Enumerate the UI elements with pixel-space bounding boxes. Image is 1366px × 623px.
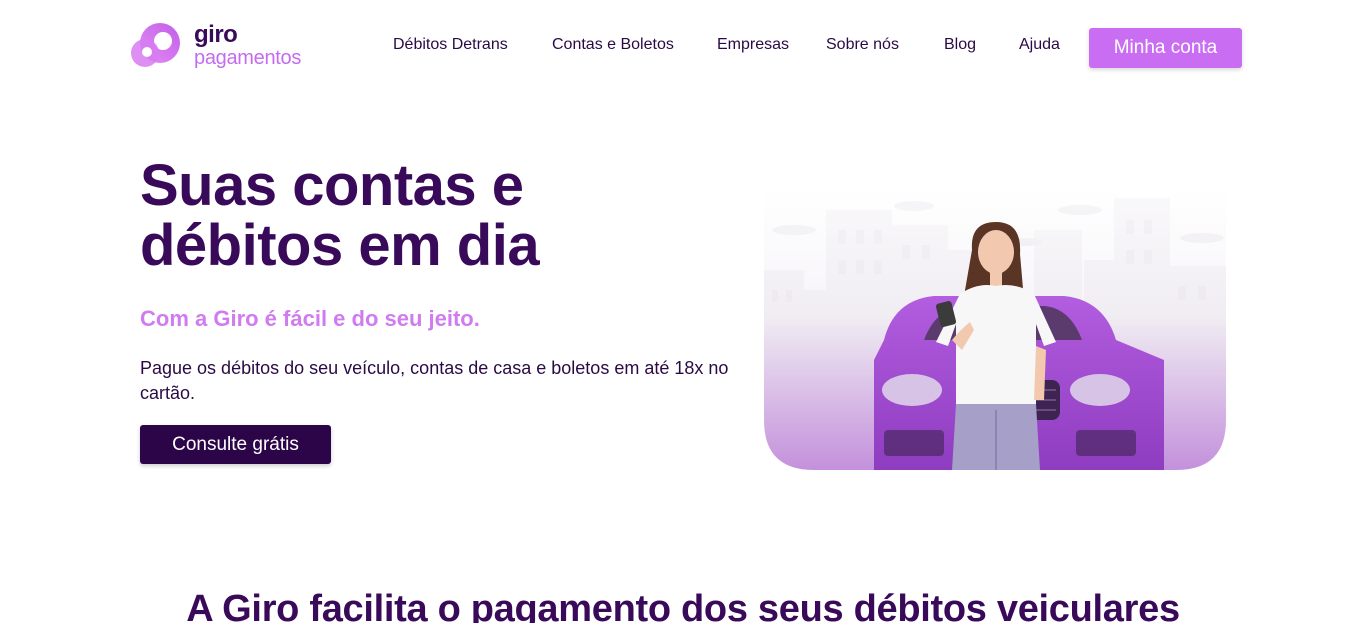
- hero-illustration: [764, 190, 1226, 470]
- section-title: A Giro facilita o pagamento dos seus déb…: [186, 588, 1180, 623]
- site-header: giro pagamentos Débitos Detrans Contas e…: [0, 0, 1366, 96]
- hero-title: Suas contas e débitos em dia: [140, 153, 540, 278]
- nav-blog[interactable]: Blog: [944, 36, 976, 54]
- hero-subtitle: Com a Giro é fácil e do seu jeito.: [140, 306, 480, 331]
- hero-description: Pague os débitos do seu veículo, contas …: [140, 358, 729, 403]
- minha-conta-button[interactable]: Minha conta: [1089, 28, 1242, 68]
- giro-logo-icon: [130, 21, 188, 69]
- nav-ajuda[interactable]: Ajuda: [1019, 36, 1060, 54]
- nav-sobre-nos[interactable]: Sobre nós: [826, 36, 899, 54]
- nav-contas-boletos[interactable]: Contas e Boletos: [552, 36, 674, 54]
- consulte-gratis-button[interactable]: Consulte grátis: [140, 425, 331, 464]
- nav-debitos-detrans[interactable]: Débitos Detrans: [393, 36, 508, 54]
- nav-empresas[interactable]: Empresas: [717, 36, 789, 54]
- logo-text-pagamentos: pagamentos: [194, 46, 302, 69]
- giro-logo[interactable]: giro pagamentos: [130, 20, 320, 70]
- logo-text-giro: giro: [194, 20, 238, 48]
